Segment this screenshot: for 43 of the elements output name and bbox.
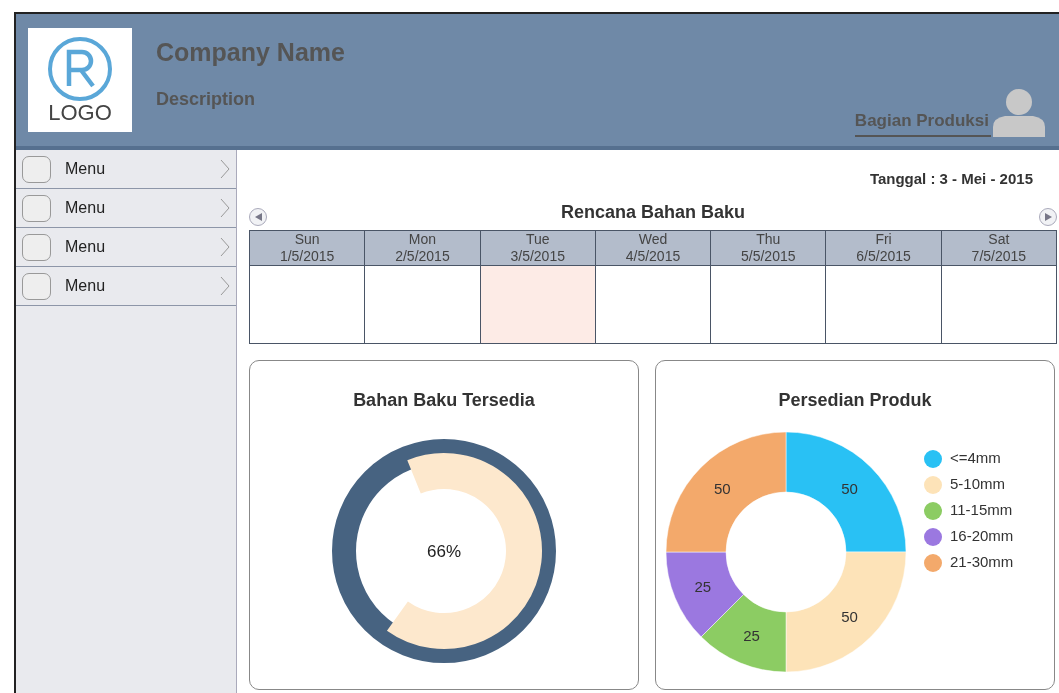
legend-label: 5-10mm: [950, 474, 1005, 495]
company-name: Company Name: [156, 37, 345, 68]
slice-label: 50: [841, 607, 858, 625]
chevron-icon: [220, 159, 230, 179]
logo-text: LOGO: [48, 102, 112, 124]
day-cell[interactable]: [364, 265, 481, 343]
slice-label: 50: [714, 479, 731, 497]
slice-label: 25: [694, 577, 712, 595]
registered-icon: [47, 36, 113, 102]
description: Description: [156, 87, 257, 111]
legend-label: 16-20mm: [950, 526, 1014, 547]
chevron-icon: [220, 237, 230, 257]
triangle-right-icon: [1043, 211, 1053, 222]
day-cell[interactable]: [480, 265, 596, 343]
next-button[interactable]: [1039, 207, 1057, 226]
slice-label: 25: [743, 626, 760, 644]
legend-label: 21-30mm: [950, 552, 1014, 573]
triangle-left-icon: [253, 211, 263, 222]
day-cell[interactable]: [595, 265, 711, 343]
card-title: Persedian Produk: [777, 388, 933, 412]
day-header: Wed 4/5/2015: [595, 230, 711, 265]
day-header: Fri 6/5/2015: [825, 230, 942, 265]
legend-label: <=4mm: [950, 448, 1001, 469]
card-title: Bahan Baku Tersedia: [352, 388, 536, 412]
day-header: Mon 2/5/2015: [364, 230, 481, 265]
day-header: Sat 7/5/2015: [941, 230, 1057, 265]
day-header: Sun 1/5/2015: [249, 230, 365, 265]
chevron-icon: [220, 198, 230, 218]
day-cell[interactable]: [249, 265, 365, 343]
day-header: Thu 5/5/2015: [710, 230, 826, 265]
slice-label: 50: [841, 479, 858, 497]
percent-label: 66%: [427, 541, 461, 561]
day-header: Tue 3/5/2015: [480, 230, 596, 265]
day-cell[interactable]: [825, 265, 942, 343]
day-cell[interactable]: [941, 265, 1057, 343]
chevron-icon: [220, 276, 230, 296]
user-role: Bagian Produksi: [854, 107, 991, 137]
user-icon: [991, 87, 1047, 137]
legend-label: 11-15mm: [950, 500, 1013, 521]
calendar-title: Rencana Bahan Baku: [560, 200, 746, 224]
previous-button[interactable]: [249, 207, 267, 226]
date-label: Tanggal : 3 - Mei - 2015: [868, 169, 1034, 189]
day-cell[interactable]: [710, 265, 826, 343]
